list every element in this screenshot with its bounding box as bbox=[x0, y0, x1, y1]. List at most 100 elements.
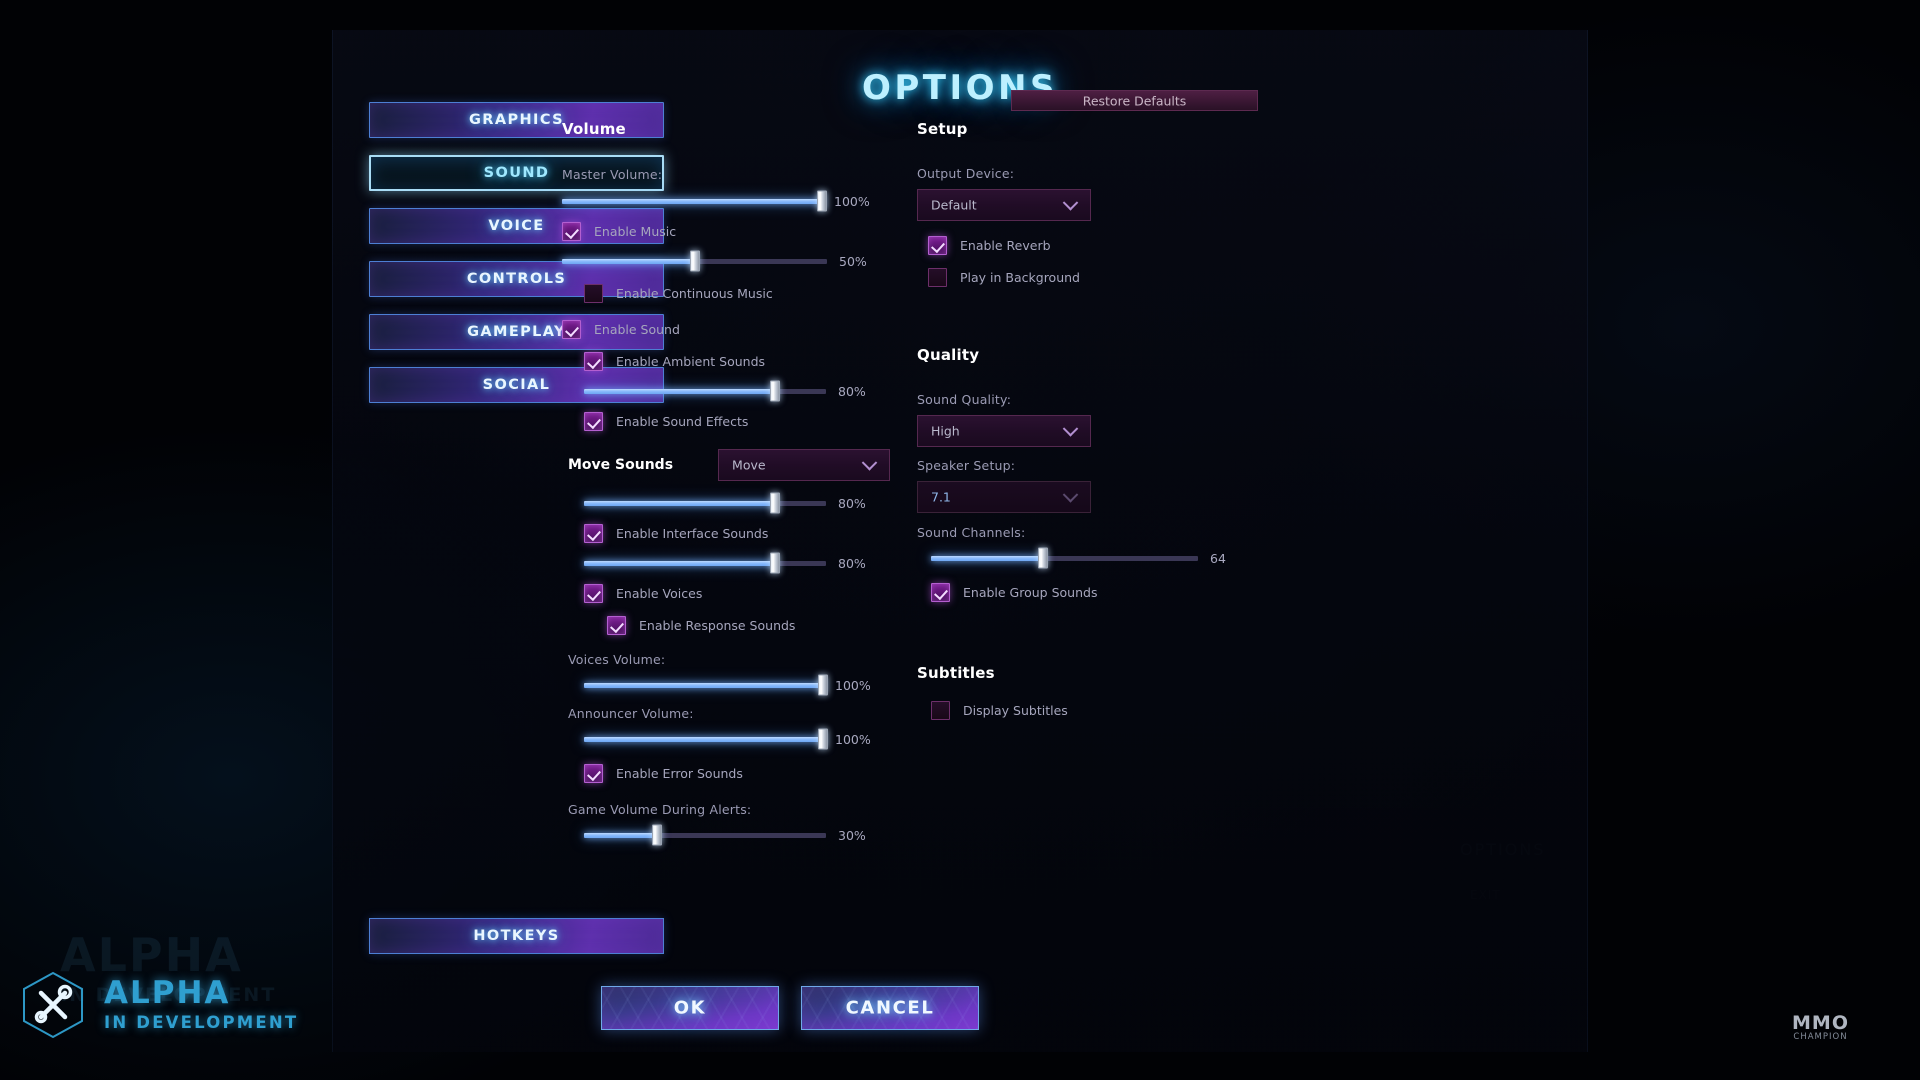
slider-knob[interactable] bbox=[1038, 547, 1049, 569]
voices-volume-value: 100% bbox=[835, 677, 871, 693]
enable-voices-row[interactable]: Enable Voices bbox=[584, 579, 912, 607]
enable-sound-effects-checkbox[interactable] bbox=[584, 411, 603, 431]
interface-volume-value: 80% bbox=[838, 555, 866, 571]
setup-section-heading: Setup bbox=[917, 120, 968, 138]
enable-voices-checkbox[interactable] bbox=[584, 583, 603, 603]
speaker-setup-selected-value: 7.1 bbox=[931, 489, 951, 505]
master-volume-slider[interactable]: 100% bbox=[562, 189, 912, 213]
sound-channels-label: Sound Channels: bbox=[917, 525, 1026, 540]
sound-quality-dropdown[interactable]: High bbox=[917, 415, 1091, 447]
sound-channels-slider[interactable]: 64 bbox=[931, 546, 1287, 570]
sound-quality-label: Sound Quality: bbox=[917, 392, 1012, 407]
slider-knob[interactable] bbox=[770, 492, 781, 514]
chevron-down-icon bbox=[1062, 195, 1079, 211]
mmo-watermark-line2: CHAMPION bbox=[1793, 1032, 1848, 1042]
announcer-volume-value: 100% bbox=[835, 731, 871, 747]
display-subtitles-label: Display Subtitles bbox=[963, 702, 1068, 718]
master-volume-value: 100% bbox=[834, 193, 870, 209]
game-volume-alerts-label: Game Volume During Alerts: bbox=[568, 802, 752, 817]
move-sounds-heading: Move Sounds bbox=[568, 457, 674, 473]
enable-reverb-label: Enable Reverb bbox=[960, 237, 1051, 253]
slider-knob[interactable] bbox=[770, 380, 781, 402]
interface-volume-slider[interactable]: 80% bbox=[584, 551, 912, 575]
move-volume-slider[interactable]: 80% bbox=[584, 491, 912, 515]
slider-knob[interactable] bbox=[818, 728, 828, 750]
enable-response-sounds-checkbox[interactable] bbox=[607, 615, 626, 635]
enable-interface-sounds-row[interactable]: Enable Interface Sounds bbox=[584, 519, 912, 547]
cancel-button[interactable]: CANCEL bbox=[801, 986, 979, 1030]
enable-error-sounds-row[interactable]: Enable Error Sounds bbox=[584, 759, 912, 787]
ambient-volume-value: 80% bbox=[838, 383, 866, 399]
options-dialog: OPTIONS GRAPHICS SOUND VOICE CONTROLS GA… bbox=[332, 30, 1588, 1052]
enable-ambient-sounds-label: Enable Ambient Sounds bbox=[616, 353, 766, 369]
ok-button-label: OK bbox=[673, 997, 707, 1019]
restore-defaults-button[interactable]: Restore Defaults bbox=[1011, 90, 1258, 111]
music-volume-value: 50% bbox=[839, 253, 867, 269]
speaker-setup-label: Speaker Setup: bbox=[917, 458, 1016, 473]
announcer-volume-slider[interactable]: 100% bbox=[584, 727, 912, 751]
cancel-button-label: CANCEL bbox=[845, 997, 935, 1019]
enable-group-sounds-label: Enable Group Sounds bbox=[963, 584, 1098, 600]
enable-reverb-row[interactable]: Enable Reverb bbox=[928, 231, 1287, 259]
enable-continuous-music-checkbox[interactable] bbox=[584, 283, 603, 303]
quality-section-heading: Quality bbox=[917, 346, 980, 364]
enable-response-sounds-row[interactable]: Enable Response Sounds bbox=[607, 611, 912, 639]
enable-music-checkbox[interactable] bbox=[562, 221, 581, 241]
play-in-background-row[interactable]: Play in Background bbox=[928, 263, 1287, 291]
enable-music-row[interactable]: Enable Music bbox=[562, 217, 912, 245]
ambient-volume-slider[interactable]: 80% bbox=[584, 379, 912, 403]
speaker-setup-dropdown[interactable]: 7.1 bbox=[917, 481, 1091, 513]
output-device-dropdown[interactable]: Default bbox=[917, 189, 1091, 221]
enable-error-sounds-label: Enable Error Sounds bbox=[616, 765, 743, 781]
hotkeys-button[interactable]: HOTKEYS bbox=[369, 918, 664, 954]
display-subtitles-row[interactable]: Display Subtitles bbox=[931, 696, 1287, 724]
enable-sound-effects-label: Enable Sound Effects bbox=[616, 413, 749, 429]
chevron-down-icon bbox=[1062, 421, 1079, 437]
enable-music-label: Enable Music bbox=[594, 223, 677, 239]
enable-group-sounds-row[interactable]: Enable Group Sounds bbox=[931, 578, 1287, 606]
ok-button[interactable]: OK bbox=[601, 986, 779, 1030]
dialog-actions: OK CANCEL bbox=[601, 986, 979, 1030]
output-device-selected-value: Default bbox=[931, 197, 977, 213]
display-subtitles-checkbox[interactable] bbox=[931, 700, 950, 720]
enable-interface-sounds-checkbox[interactable] bbox=[584, 523, 603, 543]
enable-reverb-checkbox[interactable] bbox=[928, 235, 947, 255]
music-volume-slider[interactable]: 50% bbox=[562, 249, 912, 273]
alpha-tools-hexagon-icon bbox=[23, 971, 83, 1039]
slider-knob[interactable] bbox=[689, 250, 700, 272]
slider-knob[interactable] bbox=[817, 190, 827, 212]
play-in-background-checkbox[interactable] bbox=[928, 267, 947, 287]
alpha-watermark-text: ALPHA IN DEVELOPMENT bbox=[104, 975, 299, 1033]
enable-ambient-sounds-checkbox[interactable] bbox=[584, 351, 603, 371]
enable-continuous-music-row[interactable]: Enable Continuous Music bbox=[584, 279, 912, 307]
game-volume-alerts-slider[interactable]: 30% bbox=[584, 823, 912, 847]
alpha-line2: IN DEVELOPMENT bbox=[104, 1013, 299, 1032]
move-sounds-selected-value: Move bbox=[732, 457, 766, 473]
enable-continuous-music-label: Enable Continuous Music bbox=[616, 285, 773, 301]
enable-group-sounds-checkbox[interactable] bbox=[931, 582, 950, 602]
enable-sound-row[interactable]: Enable Sound bbox=[562, 315, 912, 343]
enable-error-sounds-checkbox[interactable] bbox=[584, 763, 603, 783]
restore-defaults-label: Restore Defaults bbox=[1082, 93, 1187, 108]
sound-quality-selected-value: High bbox=[931, 423, 960, 439]
slider-knob[interactable] bbox=[818, 674, 828, 696]
mmo-champion-watermark: MMO CHAMPION bbox=[1792, 1012, 1849, 1042]
slider-knob[interactable] bbox=[770, 552, 781, 574]
game-options-screen: ALPHA IN DEVELOPMENT OPTIONS EXIT OPTION… bbox=[0, 0, 1920, 1080]
chevron-down-icon bbox=[861, 455, 878, 471]
enable-sound-checkbox[interactable] bbox=[562, 319, 581, 339]
hotkeys-button-label: HOTKEYS bbox=[473, 928, 560, 944]
voices-volume-slider[interactable]: 100% bbox=[584, 673, 912, 697]
mmo-watermark-line1: MMO bbox=[1792, 1012, 1849, 1034]
enable-ambient-sounds-row[interactable]: Enable Ambient Sounds bbox=[584, 347, 912, 375]
move-volume-value: 80% bbox=[838, 495, 866, 511]
slider-knob[interactable] bbox=[651, 824, 662, 846]
master-volume-label: Master Volume: bbox=[562, 167, 663, 182]
alpha-line1: ALPHA bbox=[104, 975, 231, 1011]
enable-sound-effects-row[interactable]: Enable Sound Effects bbox=[584, 407, 912, 435]
play-in-background-label: Play in Background bbox=[960, 269, 1080, 285]
game-volume-alerts-value: 30% bbox=[838, 827, 866, 843]
move-sounds-dropdown[interactable]: Move bbox=[718, 449, 891, 481]
sound-channels-value: 64 bbox=[1210, 550, 1226, 566]
volume-column: Volume Master Volume: 100% Enable Music bbox=[562, 120, 912, 847]
